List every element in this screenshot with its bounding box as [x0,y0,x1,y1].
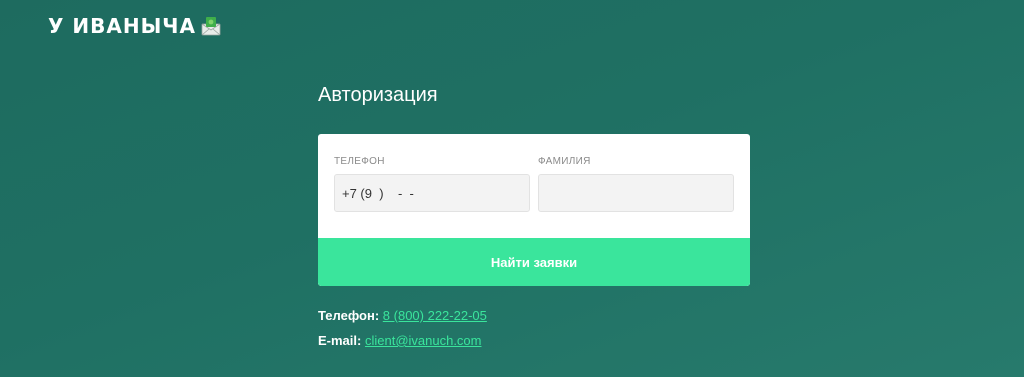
logo[interactable]: У ИВАНЫЧА [48,14,222,38]
contact-email-link[interactable]: client@ivanuch.com [365,333,482,348]
contact-email-label: E-mail: [318,333,362,348]
contact-phone-link[interactable]: 8 (800) 222-22-05 [383,308,487,323]
envelope-money-icon [200,15,222,37]
logo-text: У ИВАНЫЧА [48,14,196,38]
page-title: Авторизация [318,84,438,106]
contact-phone: Телефон: 8 (800) 222-22-05 [318,308,487,323]
phone-input[interactable] [334,174,530,212]
phone-label: ТЕЛЕФОН [334,156,385,167]
contact-email: E-mail: client@ivanuch.com [318,333,482,348]
contact-phone-label: Телефон: [318,308,380,323]
surname-label: ФАМИЛИЯ [538,156,591,167]
find-requests-button[interactable]: Найти заявки [318,238,750,286]
auth-form-card: ТЕЛЕФОН ФАМИЛИЯ Найти заявки [318,134,750,286]
surname-input[interactable] [538,174,734,212]
